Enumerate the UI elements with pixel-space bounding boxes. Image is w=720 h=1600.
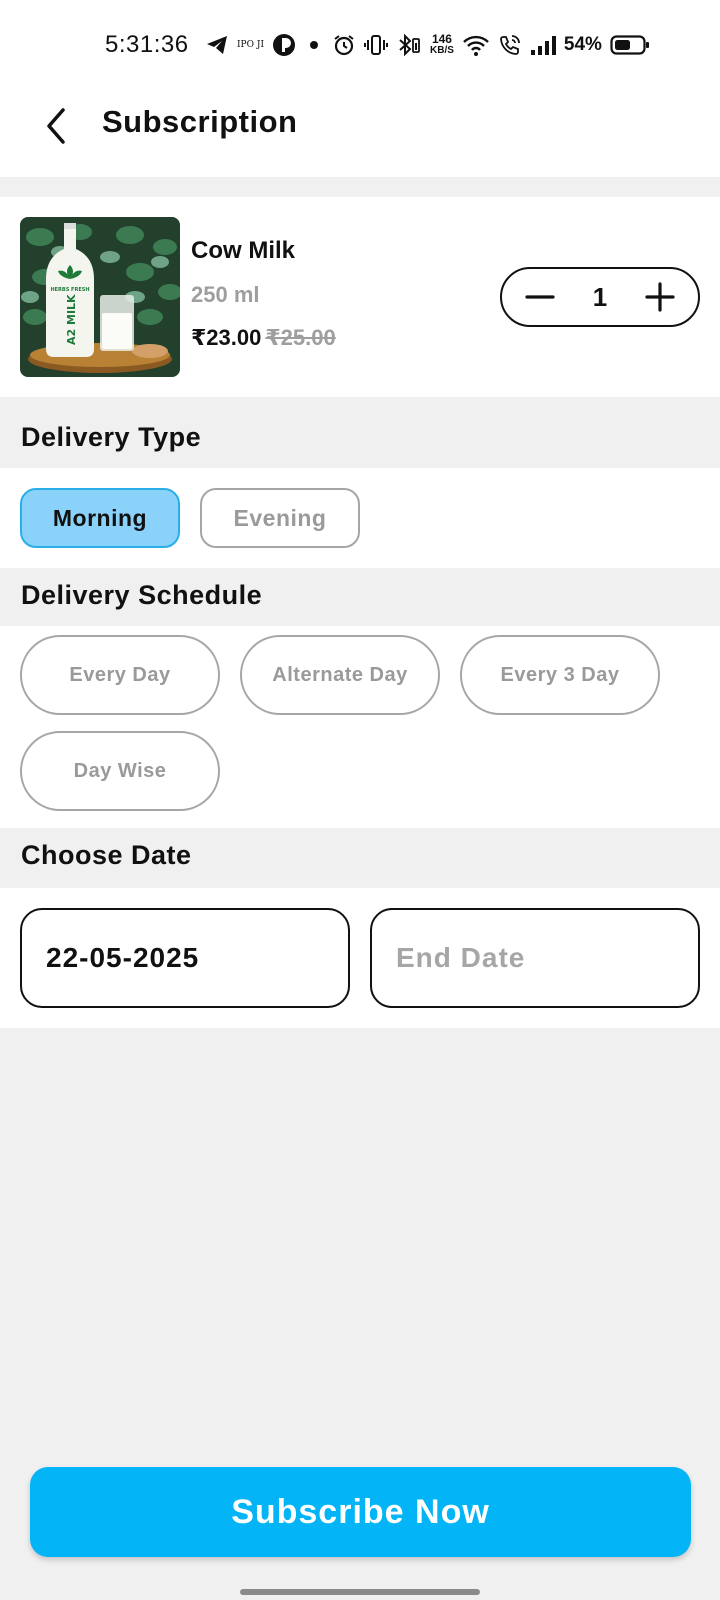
subscribe-now-button[interactable]: Subscribe Now	[30, 1467, 691, 1557]
product-mrp: ₹25.00	[265, 325, 336, 350]
wifi-calling-icon	[498, 32, 522, 58]
bluetooth-icon	[396, 32, 422, 58]
alarm-icon	[332, 32, 356, 58]
app-icon	[272, 32, 296, 58]
increment-button[interactable]	[640, 277, 680, 317]
minus-icon	[525, 295, 555, 299]
status-icons: IPO JI 146 KB/S 54%	[205, 30, 650, 60]
page-title: Subscription	[102, 104, 298, 139]
back-button[interactable]	[34, 104, 78, 148]
product-price-row: ₹23.00 ₹25.00	[191, 325, 336, 351]
product-size: 250 ml	[191, 282, 260, 307]
schedule-option-alternate-day[interactable]: Alternate Day	[240, 635, 440, 715]
product-name: Cow Milk	[191, 237, 296, 264]
plus-icon	[645, 282, 675, 312]
quantity-stepper: 1	[500, 267, 700, 327]
choose-date-title: Choose Date	[21, 840, 192, 870]
delivery-type-title: Delivery Type	[21, 422, 202, 452]
wifi-icon	[462, 32, 490, 58]
signal-icon	[530, 32, 556, 58]
delivery-schedule-section: Every Day Alternate Day Every 3 Day Day …	[0, 626, 720, 828]
delivery-option-morning[interactable]: Morning	[20, 488, 180, 548]
delivery-type-section: Morning Evening	[0, 468, 720, 568]
network-speed: 146 KB/S	[430, 32, 454, 56]
carrier-text: IPO JI	[237, 40, 265, 50]
quantity-value: 1	[592, 281, 608, 312]
battery-percent: 54%	[563, 34, 602, 55]
delivery-option-evening[interactable]: Evening	[200, 488, 360, 548]
app-header: Subscription	[0, 90, 720, 177]
home-indicator	[240, 1589, 480, 1595]
status-bar: 5:31:36 IPO JI 146 KB/S 54%	[0, 0, 720, 90]
delivery-schedule-title: Delivery Schedule	[21, 580, 263, 610]
product-price: ₹23.00	[191, 325, 262, 350]
end-date-field[interactable]: End Date	[370, 908, 700, 1008]
decrement-button[interactable]	[520, 277, 560, 317]
delivery-type-header: Delivery Type	[0, 410, 720, 468]
product-label-text: A2 MILK	[65, 294, 78, 345]
schedule-option-day-wise[interactable]: Day Wise	[20, 731, 220, 811]
delivery-schedule-header: Delivery Schedule	[0, 568, 720, 626]
vibrate-icon	[364, 32, 389, 58]
choose-date-header: Choose Date	[0, 828, 720, 886]
telegram-icon	[205, 32, 229, 58]
battery-icon	[610, 32, 650, 58]
schedule-option-every-day[interactable]: Every Day	[20, 635, 220, 715]
product-brand-text: HERBS FRESH	[50, 287, 89, 293]
choose-date-section: 22-05-2025 End Date	[0, 888, 720, 1028]
dot-icon	[304, 32, 324, 58]
start-date-field[interactable]: 22-05-2025	[20, 908, 350, 1008]
schedule-option-every-3-day[interactable]: Every 3 Day	[460, 635, 660, 715]
status-time: 5:31:36	[105, 31, 189, 58]
product-card: HERBS FRESH A2 MILK Cow Milk 250 ml ₹23.…	[0, 197, 720, 397]
product-image: HERBS FRESH A2 MILK	[20, 217, 180, 377]
chevron-left-icon	[47, 108, 65, 144]
